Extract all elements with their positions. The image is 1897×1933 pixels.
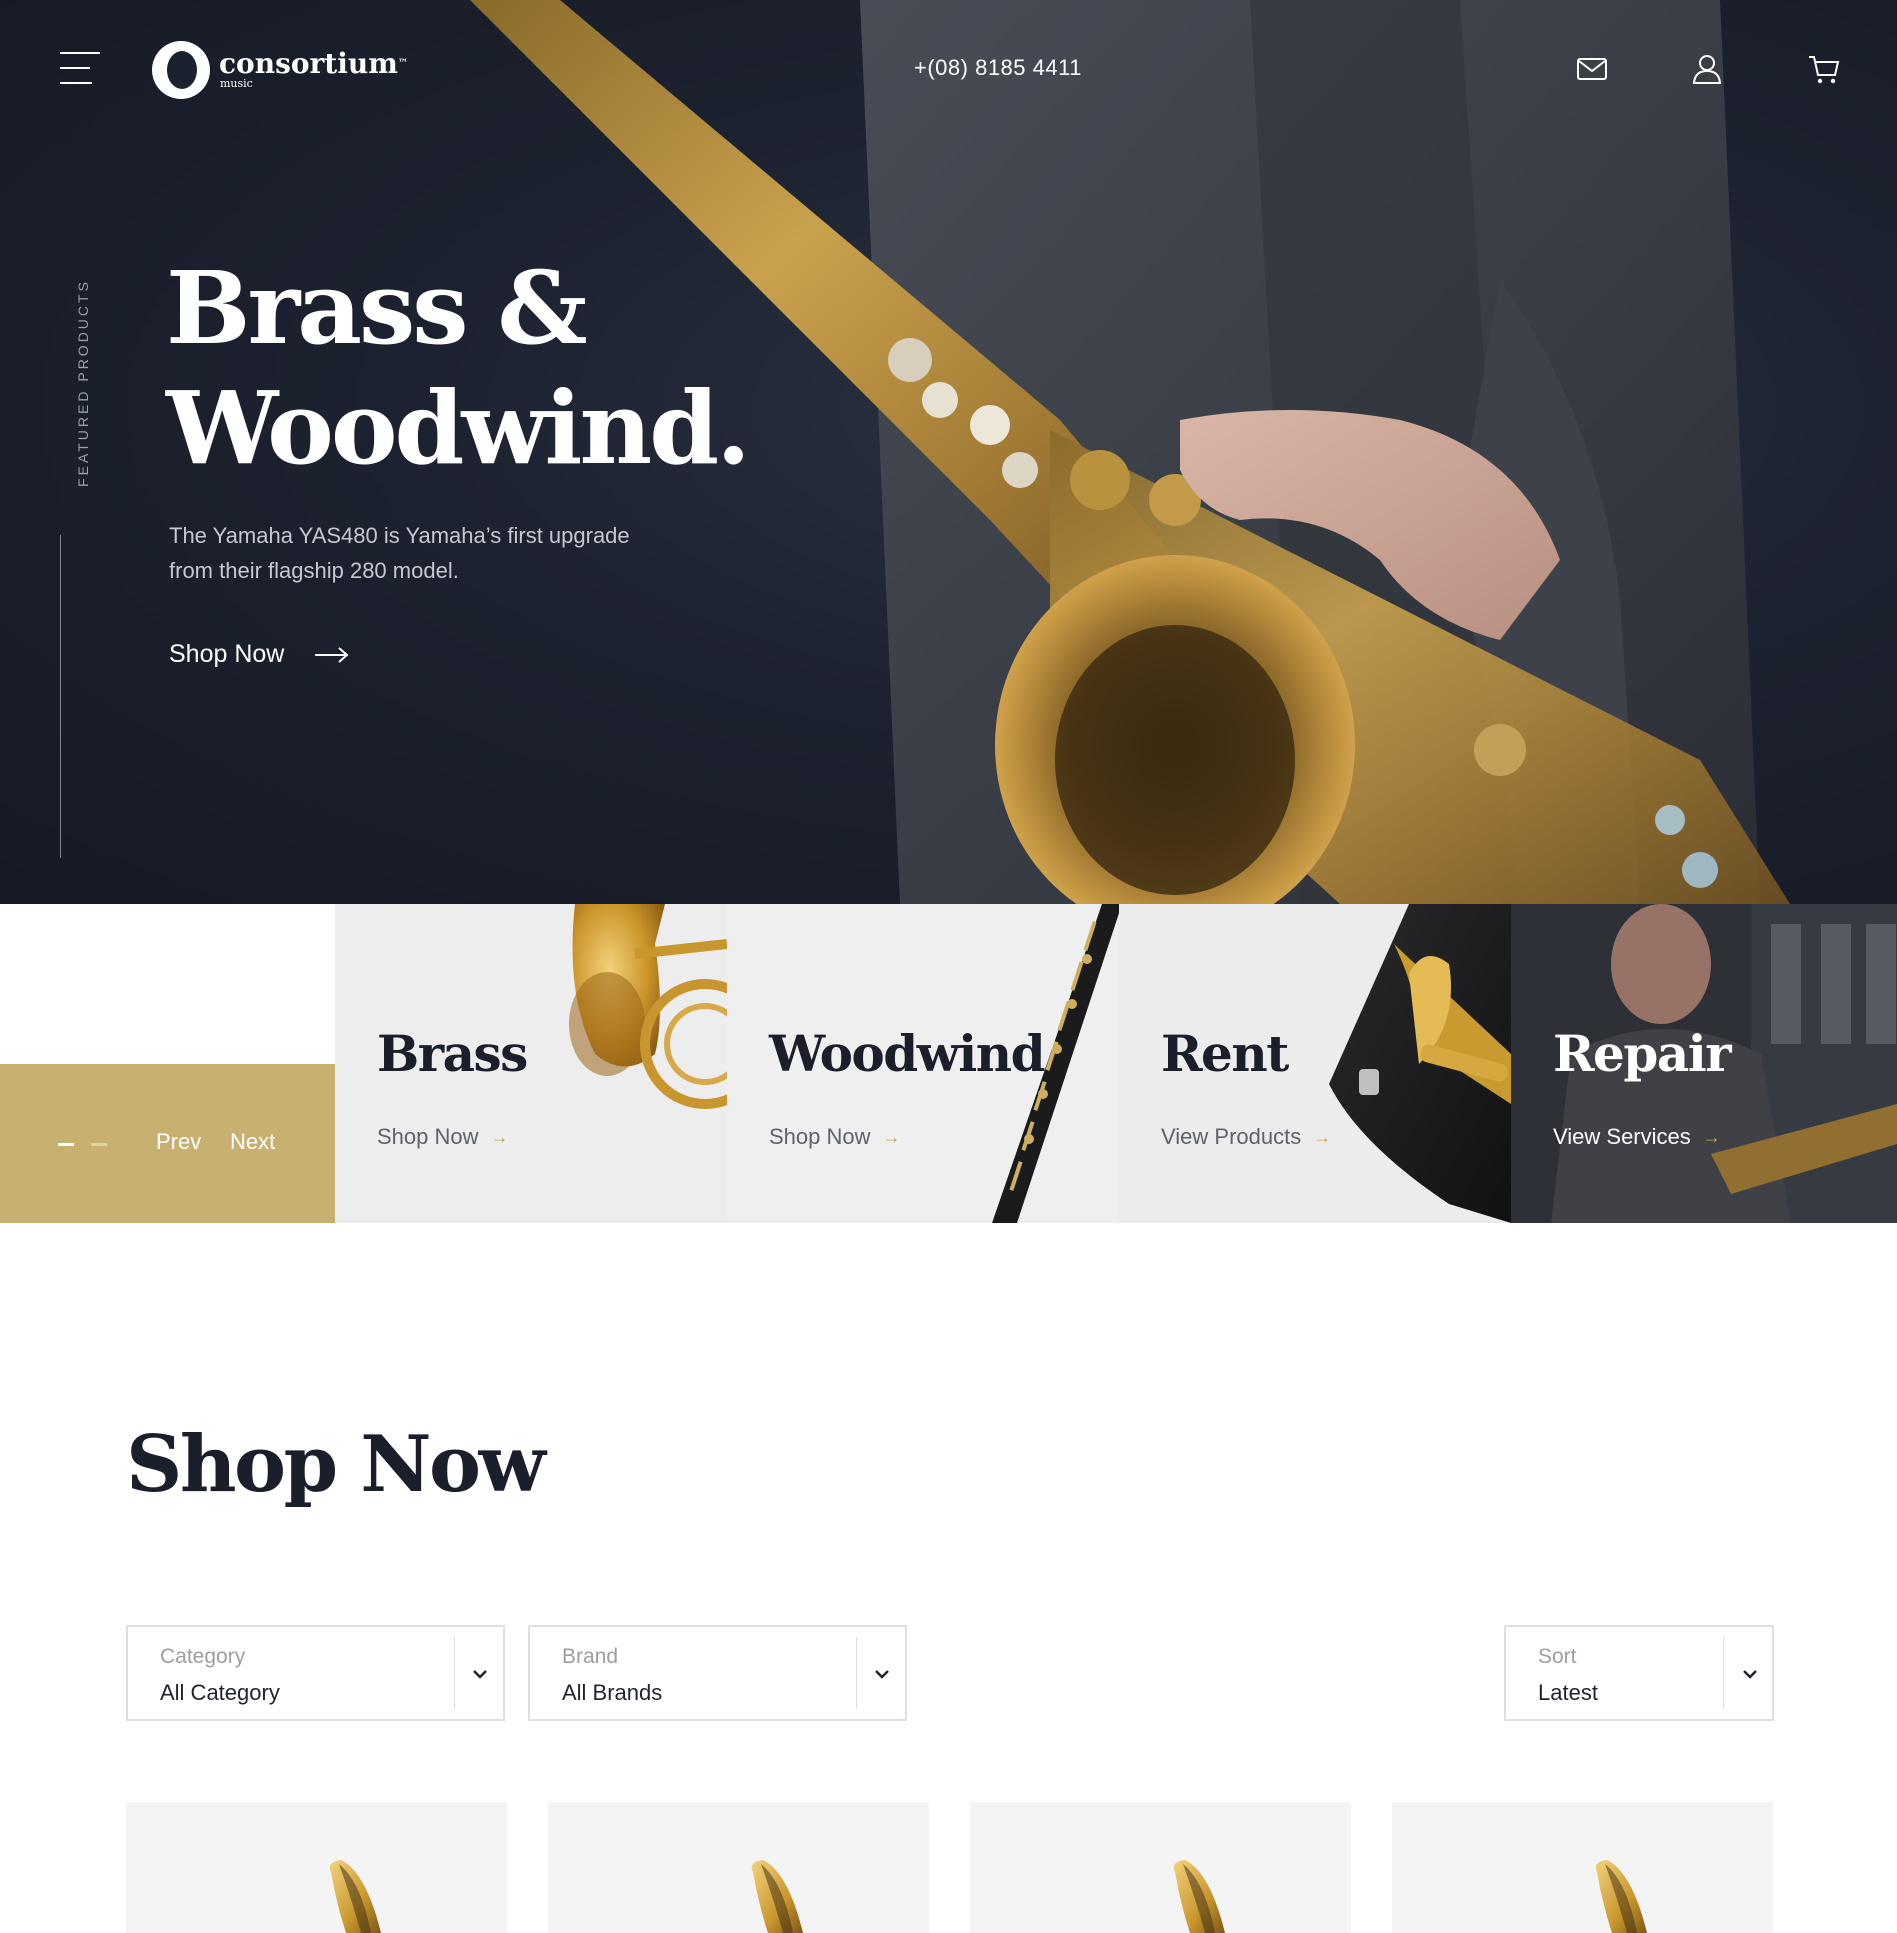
hero-description: The Yamaha YAS480 is Yamaha’s first upgr… <box>169 523 630 583</box>
select-divider <box>454 1637 455 1709</box>
slider-dot-active[interactable] <box>58 1143 74 1146</box>
hero-title-line-2: Woodwind. <box>166 369 751 487</box>
shop-section-title: Shop Now <box>126 1419 546 1510</box>
logo-mark <box>152 41 210 99</box>
arrow-right-icon: → <box>882 1126 901 1147</box>
category-link-label: View Services <box>1553 1124 1691 1149</box>
hero-banner: consortium™ music +(08) 8185 4411 FEATUR… <box>0 0 1897 904</box>
sort-label: Sort <box>1538 1645 1577 1668</box>
category-card-brass[interactable]: Brass Shop Now → <box>335 904 727 1223</box>
sort-value: Latest <box>1538 1680 1598 1705</box>
arrow-right-icon: → <box>1313 1126 1332 1147</box>
category-card-repair[interactable]: Repair View Services → <box>1511 904 1897 1223</box>
category-title-brass: Brass <box>377 1024 528 1083</box>
category-title-rent: Rent <box>1161 1024 1289 1083</box>
hero-shop-now-label: Shop Now <box>169 640 285 668</box>
category-link-rent[interactable]: View Products → <box>1161 1124 1331 1150</box>
category-filter-select[interactable]: Category All Category <box>126 1625 505 1721</box>
brand-filter-select[interactable]: Brand All Brands <box>528 1625 907 1721</box>
chevron-down-icon <box>473 1670 487 1679</box>
arrow-right-icon: → <box>490 1126 509 1147</box>
logo-name: consortium <box>219 47 398 80</box>
sort-select[interactable]: Sort Latest <box>1504 1625 1774 1721</box>
chevron-down-icon <box>1743 1670 1757 1679</box>
user-icon[interactable] <box>1690 52 1724 86</box>
chevron-down-icon <box>875 1670 889 1679</box>
site-logo[interactable]: consortium™ music <box>152 38 408 102</box>
slider-dot[interactable] <box>91 1143 107 1146</box>
category-link-label: View Products <box>1161 1124 1302 1149</box>
arrow-right-icon: → <box>1702 1126 1721 1147</box>
category-link-repair[interactable]: View Services → <box>1553 1124 1721 1150</box>
featured-products-text: FEATURED PRODUCTS <box>75 279 91 487</box>
logo-tm: ™ <box>397 58 408 69</box>
product-image <box>1595 1860 1647 1933</box>
hero-title: Brass & Woodwind. <box>166 248 751 488</box>
category-title-repair: Repair <box>1553 1024 1732 1083</box>
slider-prev-button[interactable]: Prev <box>156 1129 201 1155</box>
mail-icon[interactable] <box>1575 52 1609 86</box>
featured-products-side-label: FEATURED PRODUCTS <box>73 275 93 495</box>
product-image <box>751 1860 803 1933</box>
product-card[interactable] <box>970 1802 1351 1933</box>
hero-title-line-1: Brass & <box>166 249 588 367</box>
product-card[interactable] <box>1392 1802 1773 1933</box>
brand-filter-label: Brand <box>562 1645 619 1668</box>
hero-shop-now-button[interactable]: Shop Now <box>169 640 350 669</box>
cart-icon[interactable] <box>1807 52 1841 86</box>
category-link-brass[interactable]: Shop Now → <box>377 1124 509 1150</box>
product-card[interactable] <box>548 1802 929 1933</box>
category-link-label: Shop Now <box>769 1124 871 1149</box>
arrow-right-icon <box>315 646 349 663</box>
category-title-woodwind: Woodwind <box>769 1024 1046 1083</box>
brand-filter-value: All Brands <box>562 1680 663 1705</box>
phone-number-link[interactable]: +(08) 8185 4411 <box>914 55 1082 81</box>
product-image <box>329 1860 381 1933</box>
product-card[interactable] <box>126 1802 507 1933</box>
select-divider <box>856 1637 857 1709</box>
hamburger-menu-icon[interactable] <box>60 50 102 88</box>
logo-text: consortium™ music <box>219 50 408 90</box>
slider-controls: Prev Next <box>0 1064 335 1223</box>
slider-next-button[interactable]: Next <box>230 1129 275 1155</box>
category-filter-label: Category <box>160 1645 246 1668</box>
product-image <box>1173 1860 1225 1933</box>
side-divider-line <box>60 535 61 858</box>
category-filter-value: All Category <box>160 1680 280 1705</box>
category-link-label: Shop Now <box>377 1124 479 1149</box>
select-divider <box>1723 1637 1724 1709</box>
category-link-woodwind[interactable]: Shop Now → <box>769 1124 901 1150</box>
category-card-woodwind[interactable]: Woodwind Shop Now → <box>727 904 1119 1223</box>
category-card-rent[interactable]: Rent View Products → <box>1119 904 1511 1223</box>
